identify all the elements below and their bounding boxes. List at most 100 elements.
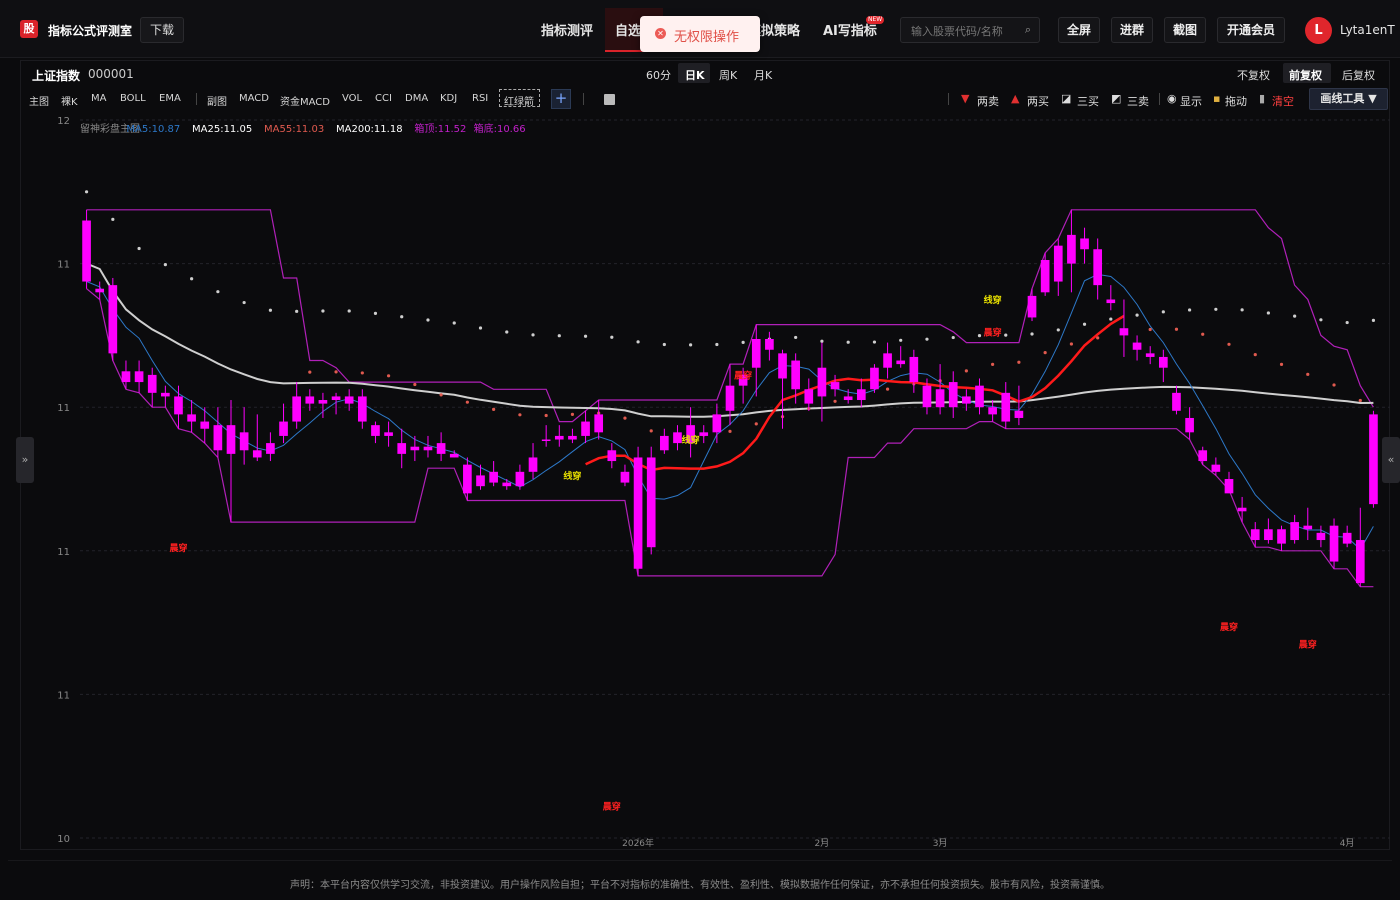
adjust-backward[interactable]: 后复权 [1342, 67, 1375, 83]
search-icon[interactable]: ⌕ [1025, 23, 1031, 37]
candle-body [279, 421, 288, 436]
candlestick-chart[interactable]: 121111111110 2026年 2月 3月 4月晨穿晨穿线穿线穿晨穿晨穿线穿晨穿晨… [22, 112, 1390, 848]
adjust-none[interactable]: 不复权 [1237, 67, 1270, 83]
ma55-dot [991, 362, 995, 367]
chevron-down-icon: ▼ [1368, 92, 1377, 105]
triangle-up-icon: ▲ [1011, 92, 1020, 105]
eye-icon: ◉ [1167, 92, 1177, 105]
clear-tool[interactable]: 清空 [1272, 93, 1294, 109]
candle-body [1316, 532, 1326, 541]
candle-body [725, 385, 735, 411]
candle-body [82, 220, 91, 282]
download-button[interactable]: 下载 [140, 17, 184, 43]
period-daily[interactable]: 日K [685, 67, 705, 83]
tab-macd[interactable]: MACD [239, 93, 269, 104]
period-60min[interactable]: 60分 [646, 67, 671, 83]
ma55-dot [334, 370, 338, 374]
candle-body [1067, 234, 1076, 264]
tab-vol[interactable]: VOL [342, 93, 362, 104]
ma55-dot [1358, 398, 1362, 403]
ma25-dot [846, 340, 850, 344]
ma25-dot [1030, 332, 1034, 336]
falling-line-icon: ◩ [1111, 92, 1122, 105]
three-sell-tool[interactable]: 三卖 [1127, 93, 1149, 109]
vip-button[interactable]: 开通会员 [1217, 17, 1285, 43]
add-indicator-button[interactable]: + [551, 89, 571, 109]
permission-toast: ✕ 无权限操作 [640, 16, 760, 52]
tab-sub-chart[interactable]: 副图 [207, 93, 227, 108]
candle-body [305, 396, 315, 404]
ma25-dot [1004, 333, 1008, 337]
three-buy-tool[interactable]: 三买 [1077, 93, 1099, 109]
username[interactable]: Lyta1enT [1340, 23, 1395, 37]
ma25-dot [1240, 308, 1244, 312]
ma25-dot [531, 333, 535, 337]
tab-red-green-arrow[interactable]: 红绿箭 [504, 93, 534, 108]
save-icon[interactable] [604, 94, 615, 105]
drag-tool[interactable]: 拖动 [1225, 93, 1247, 109]
candle-body [975, 385, 984, 408]
ma55-dot [649, 429, 653, 433]
draw-tools-button[interactable]: 画线工具 ▼ [1309, 88, 1388, 110]
avatar[interactable]: L [1305, 17, 1332, 44]
ma55-dot [885, 387, 890, 391]
candle-body [476, 475, 485, 487]
search-input[interactable]: 输入股票代码/名称 [911, 23, 1003, 39]
ma55-dot [833, 399, 837, 403]
tab-fund-macd[interactable]: 资金MACD [280, 93, 330, 108]
ma55-dot [1306, 372, 1310, 376]
tab-naked-k[interactable]: 裸K [61, 93, 78, 108]
y-tick-label: 11 [57, 690, 70, 701]
ma25-dot [1319, 318, 1323, 322]
tab-main-chart[interactable]: 主图 [29, 93, 49, 108]
join-group-button[interactable]: 进群 [1111, 17, 1153, 43]
fullscreen-button[interactable]: 全屏 [1058, 17, 1100, 43]
candle-body [292, 396, 301, 422]
ma25-dot [242, 300, 246, 305]
screenshot-button[interactable]: 截图 [1164, 17, 1206, 43]
show-tool[interactable]: 显示 [1180, 93, 1202, 109]
candle-body [1132, 342, 1142, 350]
period-monthly[interactable]: 月K [754, 67, 772, 83]
tab-ema[interactable]: EMA [159, 93, 181, 104]
two-buy-tool[interactable]: 两买 [1027, 93, 1049, 109]
ma55-dot [1227, 342, 1231, 346]
search-box[interactable]: 输入股票代码/名称 ⌕ [900, 17, 1040, 43]
ma55-dot [1201, 332, 1205, 336]
candle-body [266, 443, 275, 454]
y-tick-label: 10 [57, 834, 70, 845]
tab-boll[interactable]: BOLL [120, 93, 146, 104]
candle-body [1053, 245, 1063, 282]
adjust-forward[interactable]: 前复权 [1289, 67, 1322, 83]
nav-indicator-review[interactable]: 指标测评 [541, 20, 593, 39]
tab-ma[interactable]: MA [91, 93, 106, 104]
candle-body [633, 457, 643, 569]
tab-rsi[interactable]: RSI [472, 93, 488, 104]
draw-tools-label[interactable]: 画线工具 [1320, 92, 1364, 105]
ma25-dot [715, 342, 719, 347]
candle-body [134, 371, 144, 383]
candle-body [1119, 328, 1129, 336]
candle-body [830, 382, 840, 390]
candle-body [1040, 260, 1050, 293]
toolbar-divider [196, 93, 197, 105]
two-sell-tool[interactable]: 两卖 [977, 93, 999, 109]
tab-kdj[interactable]: KDJ [440, 93, 457, 104]
tab-dma[interactable]: DMA [405, 93, 428, 104]
signal-label: 晨穿 [984, 326, 1002, 338]
rising-line-icon: ◪ [1061, 92, 1072, 105]
candle-body [174, 396, 183, 415]
ma25-dot [1371, 318, 1376, 322]
period-weekly[interactable]: 周K [719, 67, 737, 83]
legend-entry: 箱顶:11.52 [414, 122, 466, 135]
candle-body [791, 360, 800, 390]
ma55-dot [1174, 327, 1179, 331]
ma55-dot [1148, 327, 1152, 332]
tab-cci[interactable]: CCI [375, 93, 392, 104]
box-bottom-line [86, 288, 1374, 588]
candle-body [1264, 529, 1273, 541]
candle-body [147, 374, 157, 393]
ma55-dot [413, 382, 417, 387]
ma55-dot [1017, 360, 1021, 364]
nav-watchlist[interactable]: 自选 [615, 20, 641, 39]
